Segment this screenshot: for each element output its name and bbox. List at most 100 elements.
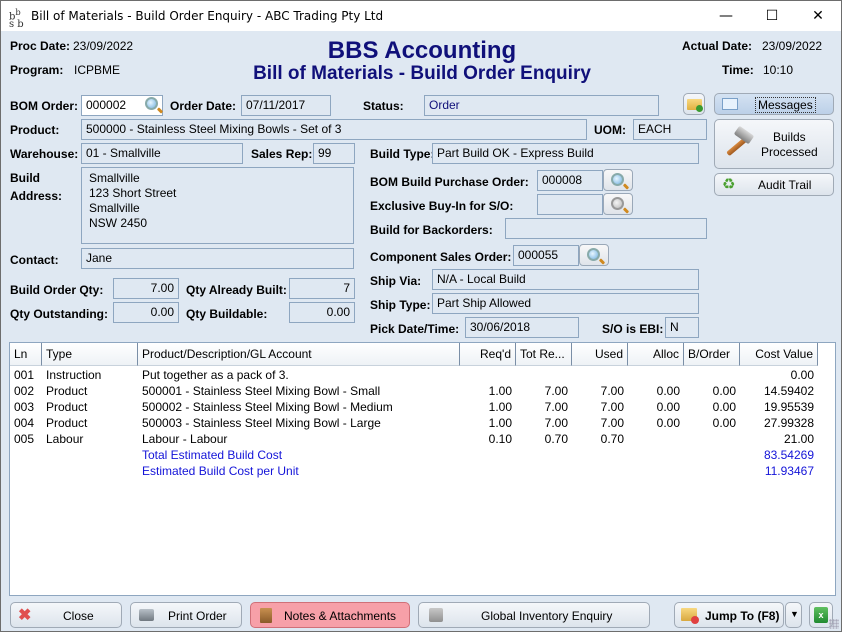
build-address-field: Smallville 123 Short Street Smallville N…: [81, 167, 354, 244]
contact-field: Jane: [81, 248, 354, 269]
total-label: Estimated Build Cost per Unit: [142, 464, 299, 478]
bom-build-po-lookup-button[interactable]: [603, 169, 633, 191]
recycle-icon: ♻: [722, 175, 736, 193]
window-title: Bill of Materials - Build Order Enquiry …: [31, 9, 384, 23]
search-icon-disabled: [611, 197, 624, 210]
column-header-description[interactable]: Product/Description/GL Account: [138, 343, 460, 366]
status-label: Status:: [363, 99, 404, 113]
cell-reqd: 1.00: [488, 416, 512, 430]
qty-already-built-label: Qty Already Built:: [186, 283, 287, 297]
cell-type: Product: [46, 416, 88, 430]
title-bar: bb s b Bill of Materials - Build Order En…: [1, 1, 841, 31]
minus-badge-icon: [691, 616, 699, 624]
messages-button[interactable]: Messages: [714, 93, 834, 115]
column-header-border[interactable]: B/Order: [684, 343, 740, 366]
bom-lines-table[interactable]: Ln Type Product/Description/GL Account R…: [9, 342, 836, 596]
jump-to-dropdown-button[interactable]: ▼: [785, 602, 802, 628]
minimize-button[interactable]: —: [703, 1, 749, 31]
close-button[interactable]: ✖ Close: [10, 602, 122, 628]
close-window-button[interactable]: ✕: [795, 1, 841, 31]
build-address-label-1: Build: [10, 171, 40, 185]
cell-used: [572, 367, 624, 383]
cell-ln: 004: [14, 416, 35, 430]
column-header-cost-value[interactable]: Cost Value: [740, 343, 818, 366]
total-row: Estimated Build Cost per Unit 11.93467: [10, 463, 835, 479]
table-row[interactable]: 001 Instruction Put together as a pack of …: [10, 367, 835, 383]
cell-ln: 005: [14, 432, 35, 446]
build-type-label: Build Type:: [370, 147, 435, 161]
cell-reqd: 0.10: [488, 432, 512, 446]
warehouse-field: 01 - Smallville: [81, 143, 243, 164]
table-row[interactable]: 004 Product 500003 - Stainless Steel Mixin…: [10, 415, 835, 431]
bom-order-lookup-button[interactable]: [143, 96, 161, 114]
column-header-used[interactable]: Used: [572, 343, 628, 366]
qty-outstanding-field: 0.00: [113, 302, 179, 323]
component-so-lookup-button[interactable]: [579, 244, 609, 266]
cell-description: 500001 - Stainless Steel Mixing Bowl - S…: [142, 384, 381, 398]
cell-tot-req: [516, 367, 568, 383]
cell-alloc: [628, 431, 680, 447]
component-so-label: Component Sales Order:: [370, 250, 512, 264]
printer-icon: [139, 609, 154, 621]
cell-type: Product: [46, 400, 88, 414]
resize-grip[interactable]: [829, 619, 839, 629]
print-order-button[interactable]: Print Order: [130, 602, 242, 628]
red-x-icon: ✖: [18, 607, 32, 624]
time-value: 10:10: [763, 63, 794, 77]
bom-build-po-field: 000008: [537, 170, 603, 191]
cell-tot-req: 7.00: [544, 384, 568, 398]
actual-date-value: 23/09/2022: [762, 39, 823, 53]
plus-badge-icon: [696, 105, 703, 112]
audit-trail-button[interactable]: ♻ Audit Trail: [714, 173, 834, 196]
cell-tot-req: 7.00: [544, 416, 568, 430]
add-folder-button[interactable]: [683, 93, 705, 115]
envelope-icon: [722, 98, 738, 110]
cell-alloc: 0.00: [656, 384, 680, 398]
column-header-reqd[interactable]: Req'd: [460, 343, 516, 366]
maximize-button[interactable]: ☐: [749, 1, 795, 31]
column-header-ln[interactable]: Ln: [10, 343, 42, 366]
column-header-alloc[interactable]: Alloc: [628, 343, 684, 366]
cell-type: Product: [46, 384, 88, 398]
column-header-tot-req[interactable]: Tot Re...: [516, 343, 572, 366]
notes-attachments-button[interactable]: Notes & Attachments: [250, 602, 410, 628]
product-label: Product:: [10, 123, 60, 137]
build-order-qty-label: Build Order Qty:: [10, 283, 104, 297]
table-row[interactable]: 005 Labour Labour - Labour 0.10 0.70 0.70 21.0…: [10, 431, 835, 447]
builds-processed-label-line2: Processed: [761, 145, 818, 159]
cell-cost-value: 21.00: [783, 432, 814, 446]
ship-via-label: Ship Via:: [370, 274, 422, 288]
build-type-field: Part Build OK - Express Build: [432, 143, 699, 164]
pick-datetime-label: Pick Date/Time:: [370, 322, 460, 336]
global-inventory-enquiry-button[interactable]: Global Inventory Enquiry: [418, 602, 650, 628]
audit-trail-label: Audit Trail: [758, 178, 812, 192]
page-title: Bill of Materials - Build Order Enquiry: [253, 63, 591, 84]
cell-description: 500002 - Stainless Steel Mixing Bowl - M…: [142, 400, 393, 414]
close-icon: ✕: [812, 8, 824, 24]
cell-used: 7.00: [600, 416, 624, 430]
total-value: 11.93467: [764, 464, 814, 478]
table-row[interactable]: 002 Product 500001 - Stainless Steel Mixin…: [10, 383, 835, 399]
jump-to-button[interactable]: Jump To (F8): [674, 602, 784, 628]
cell-used: 0.70: [600, 432, 624, 446]
table-row[interactable]: 003 Product 500002 - Stainless Steel Mixin…: [10, 399, 835, 415]
qty-buildable-field: 0.00: [289, 302, 355, 323]
exclusive-buyin-lookup-button[interactable]: [603, 193, 633, 215]
build-address-label-2: Address:: [10, 189, 63, 203]
exclusive-buyin-label: Exclusive Buy-In for S/O:: [370, 199, 514, 213]
so-is-ebi-label: S/O is EBI:: [602, 322, 664, 336]
archive-box-icon: [429, 608, 443, 622]
cell-reqd: 1.00: [488, 400, 512, 414]
column-header-type[interactable]: Type: [42, 343, 138, 366]
order-date-field: 07/11/2017: [241, 95, 331, 116]
sales-rep-field: 99: [313, 143, 355, 164]
qty-already-built-field: 7: [289, 278, 355, 299]
cell-ln: 003: [14, 400, 35, 414]
bom-order-label: BOM Order:: [10, 99, 79, 113]
build-for-backorders-label: Build for Backorders:: [370, 223, 493, 237]
maximize-icon: ☐: [765, 8, 779, 24]
cell-description: 500003 - Stainless Steel Mixing Bowl - L…: [142, 416, 381, 430]
builds-processed-button[interactable]: Builds Processed: [714, 119, 834, 169]
warehouse-label: Warehouse:: [10, 147, 79, 161]
cell-border: 0.00: [712, 416, 736, 430]
